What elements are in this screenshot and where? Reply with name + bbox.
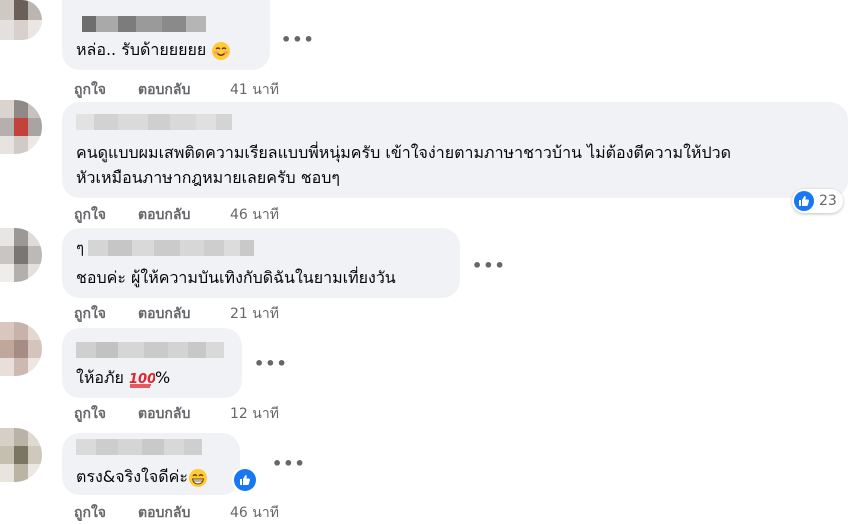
comment-bubble: ให้อภัย 100% [62,328,242,398]
comment-text: ให้อภัย 100% [76,368,171,388]
like-icon[interactable] [234,469,256,491]
comment-actions: ถูกใจ ตอบกลับ 46 นาที [74,204,279,226]
comment-text-line-2: หัวเหมือนภาษากฎหมายเลยครับ ชอบๆ [76,168,340,187]
author-name[interactable] [76,342,224,358]
reply-link[interactable]: ตอบกลับ [138,204,230,226]
more-options-icon[interactable]: ••• [472,258,505,274]
author-name-char: ๆ [76,239,85,257]
comment-actions: ถูกใจ ตอบกลับ 12 นาที [74,403,279,425]
avatar[interactable] [0,0,42,40]
timestamp[interactable]: 41 นาที [230,79,279,101]
comment-text-line-1: คนดูแบบผมเสพติดความเรียลแบบพี่หนุ่มครับ … [76,143,731,162]
comment-actions: ถูกใจ ตอบกลับ 21 นาที [74,303,279,325]
author-name[interactable] [76,114,232,130]
reply-link[interactable]: ตอบกลับ [138,79,230,101]
smiling-face-emoji [212,41,231,60]
more-options-icon[interactable]: ••• [281,32,314,48]
like-link[interactable]: ถูกใจ [74,303,138,325]
timestamp[interactable]: 46 นาที [230,502,279,524]
reply-link[interactable]: ตอบกลับ [138,502,230,524]
avatar[interactable] [0,322,42,376]
comment-actions: ถูกใจ ตอบกลับ 46 นาที [74,502,279,524]
avatar[interactable] [0,228,42,282]
author-name[interactable]: ๆ [76,240,254,256]
comment-text: ตรง&จริงใจดีค่ะ [76,463,208,490]
comment-text: ชอบค่ะ ผู้ให้ความบันเทิงกับดิฉันในยามเที… [76,268,396,287]
reaction-count: 23 [819,193,837,209]
comment-bubble: หล่อ.. รับด้ายยยยย [62,0,270,70]
like-link[interactable]: ถูกใจ [74,204,138,226]
avatar[interactable] [0,100,42,154]
reply-link[interactable]: ตอบกลับ [138,303,230,325]
author-name[interactable] [82,16,206,32]
timestamp[interactable]: 21 นาที [230,303,279,325]
reaction-summary[interactable]: 23 [792,189,843,213]
more-options-icon[interactable]: ••• [272,456,305,472]
comment-bubble: คนดูแบบผมเสพติดความเรียลแบบพี่หนุ่มครับ … [62,102,848,198]
like-link[interactable]: ถูกใจ [74,403,138,425]
grinning-face-emoji [188,468,207,487]
comment-actions: ถูกใจ ตอบกลับ 41 นาที [74,79,279,101]
reply-link[interactable]: ตอบกลับ [138,403,230,425]
timestamp[interactable]: 12 นาที [230,403,279,425]
more-options-icon[interactable]: ••• [254,356,287,372]
like-icon [794,191,814,211]
comment-bubble: ตรง&จริงใจดีค่ะ [62,433,240,495]
like-link[interactable]: ถูกใจ [74,502,138,524]
timestamp[interactable]: 46 นาที [230,204,279,226]
author-name[interactable] [76,439,202,455]
avatar[interactable] [0,428,42,482]
hundred-points-emoji: 100 [129,372,155,388]
like-link[interactable]: ถูกใจ [74,79,138,101]
comment-bubble: ๆ ชอบค่ะ ผู้ให้ความบันเทิงกับดิฉันในยามเ… [62,228,460,298]
comment-text: หล่อ.. รับด้ายยยยย [76,36,231,63]
